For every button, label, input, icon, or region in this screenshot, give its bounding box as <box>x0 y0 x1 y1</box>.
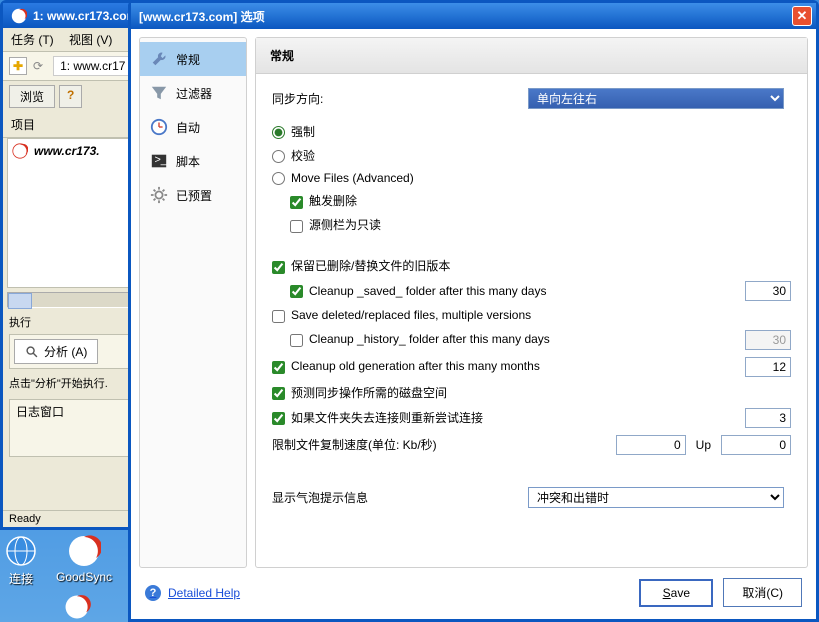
goodsync-icon[interactable] <box>62 594 92 620</box>
terminal-icon: >_ <box>150 152 168 170</box>
val-cleanup-gen[interactable] <box>745 357 791 377</box>
direction-label: 同步方向: <box>272 90 528 107</box>
radio-force[interactable]: 强制 <box>272 123 315 140</box>
dialog-titlebar[interactable]: [www.cr173.com] 选项 ✕ <box>131 3 816 29</box>
sidebar-item-label: 自动 <box>176 119 200 136</box>
funnel-icon <box>150 84 168 102</box>
cb-cleanup-history[interactable]: Cleanup _history_ folder after this many… <box>290 332 550 346</box>
desktop-icon-goodsync[interactable]: GoodSync <box>56 534 112 587</box>
gear-icon <box>150 186 168 204</box>
menu-tasks[interactable]: 任务 (T) <box>11 33 54 47</box>
dialog-title: [www.cr173.com] 选项 <box>139 8 792 25</box>
val-limit-up[interactable] <box>721 435 791 455</box>
cb-predict-disk[interactable]: 预测同步操作所需的磁盘空间 <box>272 384 447 401</box>
sidebar-item-auto[interactable]: 自动 <box>140 110 246 144</box>
save-button[interactable]: Save <box>639 579 713 607</box>
cb-cleanup-saved[interactable]: Cleanup _saved_ folder after this many d… <box>290 284 546 298</box>
reload-icon[interactable]: ⟳ <box>33 59 43 73</box>
radio-move[interactable]: Move Files (Advanced) <box>272 171 414 185</box>
help-icon: ? <box>145 585 161 601</box>
val-cleanup-saved[interactable] <box>745 281 791 301</box>
main-window-title: 1: www.cr173.com <box>33 9 137 23</box>
up-label: Up <box>696 438 711 452</box>
dialog-footer: ? Detailed Help Save 取消(C) <box>139 568 808 611</box>
cb-src-readonly[interactable]: 源侧栏为只读 <box>290 216 381 233</box>
clock-icon <box>150 118 168 136</box>
tab[interactable]: 1: www.cr17 <box>53 56 132 76</box>
direction-select[interactable]: 单向左往右 <box>528 88 784 109</box>
app-icon <box>12 143 28 159</box>
panel-header: 常规 <box>256 38 807 74</box>
desktop-icons: 连接 GoodSync <box>4 534 112 587</box>
balloon-label: 显示气泡提示信息 <box>272 489 528 506</box>
cb-save-multi[interactable]: Save deleted/replaced files, multiple ve… <box>272 308 531 322</box>
limit-label: 限制文件复制速度(单位: Kb/秒) <box>272 436 437 453</box>
wrench-icon <box>150 50 168 68</box>
balloon-select[interactable]: 冲突和出错时 <box>528 487 784 508</box>
close-button[interactable]: ✕ <box>792 6 812 26</box>
sidebar-item-label: 过滤器 <box>176 85 212 102</box>
search-icon <box>25 345 39 359</box>
globe-icon <box>4 534 38 568</box>
cb-cleanup-gen[interactable]: Cleanup old generation after this many m… <box>272 359 540 373</box>
sidebar-item-label: 脚本 <box>176 153 200 170</box>
svg-text:>_: >_ <box>155 154 168 166</box>
cancel-button[interactable]: 取消(C) <box>723 578 802 607</box>
sidebar-item-preset[interactable]: 已预置 <box>140 178 246 212</box>
cb-trigger-delete[interactable]: 触发删除 <box>290 192 357 209</box>
app-icon <box>11 8 27 24</box>
val-retry[interactable] <box>745 408 791 428</box>
help-link[interactable]: ? Detailed Help <box>145 585 240 601</box>
val-limit-down[interactable] <box>616 435 686 455</box>
cb-keep-old[interactable]: 保留已删除/替换文件的旧版本 <box>272 257 450 274</box>
goodsync-icon <box>67 534 101 568</box>
sidebar: 常规 过滤器 自动 >_ 脚本 已预置 <box>139 37 247 568</box>
sidebar-item-general[interactable]: 常规 <box>140 42 246 76</box>
add-button[interactable]: ✚ <box>9 57 27 75</box>
options-dialog: [www.cr173.com] 选项 ✕ 常规 过滤器 自动 >_ <box>128 0 819 622</box>
sidebar-item-label: 已预置 <box>176 187 212 204</box>
menu-view[interactable]: 视图 (V) <box>69 33 112 47</box>
radio-verify[interactable]: 校验 <box>272 147 315 164</box>
browse-button[interactable]: 浏览 <box>9 85 55 108</box>
content-panel: 常规 同步方向: 单向左往右 强制 校验 Move Files (Advance… <box>255 37 808 568</box>
desktop-icon-connect[interactable]: 连接 <box>4 534 38 587</box>
help-button[interactable]: ? <box>59 85 82 108</box>
cb-retry-lost[interactable]: 如果文件夹失去连接则重新尝试连接 <box>272 409 483 426</box>
sidebar-item-filter[interactable]: 过滤器 <box>140 76 246 110</box>
val-cleanup-history <box>745 330 791 350</box>
analyze-button[interactable]: 分析 (A) <box>14 339 98 364</box>
sidebar-item-script[interactable]: >_ 脚本 <box>140 144 246 178</box>
sidebar-item-label: 常规 <box>176 51 200 68</box>
